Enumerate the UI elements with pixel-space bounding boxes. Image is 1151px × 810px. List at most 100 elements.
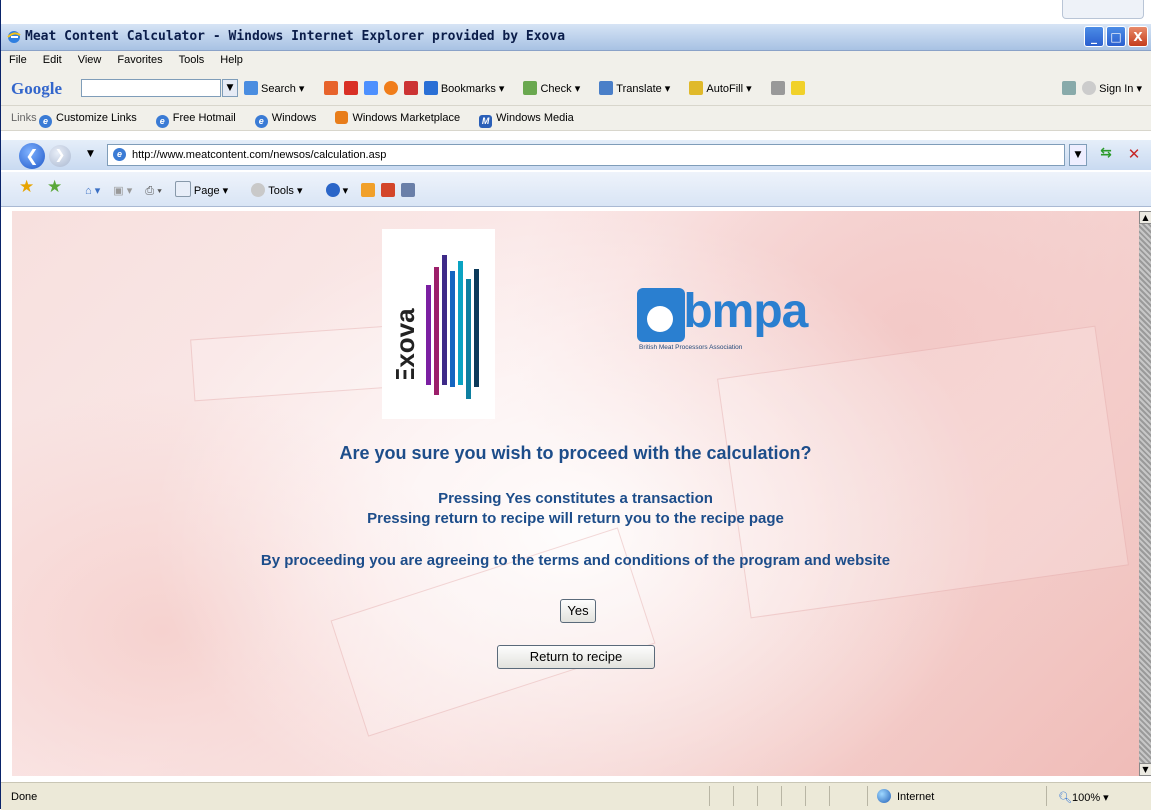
feeds-icon[interactable]: ▣ ▾ [113,185,132,197]
status-divider [709,786,710,806]
security-zone[interactable]: Internet [877,789,934,803]
status-text: Done [11,791,38,803]
extra-tool-icon[interactable] [401,183,416,197]
bmpa-subtitle: British Meat Processors Association [639,344,743,351]
bmpa-b-counter [647,306,673,332]
menu-favorites[interactable]: Favorites [109,51,170,66]
title-bar[interactable]: Meat Content Calculator - Windows Intern… [1,24,1151,51]
status-bar: Done Internet 🔍︎100% ▾ [1,782,1151,810]
favorites-star-icon[interactable]: ★ [19,177,34,197]
address-input[interactable]: e http://www.meatcontent.com/newsos/calc… [107,144,1065,166]
home-icon[interactable]: ⌂ ▾ [85,185,100,197]
exova-stripes [426,255,479,399]
translate-button[interactable]: Translate ▾ [599,81,678,95]
google-logo[interactable]: Google [11,79,62,99]
colorful-icon[interactable] [323,81,338,95]
link-free-hotmail[interactable]: e Free Hotmail [155,112,244,128]
status-divider [829,786,830,806]
ie-icon [7,31,21,43]
translate-icon [599,81,614,95]
link-windows-marketplace[interactable]: Windows Marketplace [335,111,468,124]
menu-file[interactable]: File [1,51,35,66]
stop-icon[interactable]: ✕ [1123,145,1145,165]
browser-window: Meat Content Calculator - Windows Intern… [0,0,1151,810]
maximize-button[interactable]: □ [1106,26,1126,47]
highlighter-icon[interactable] [790,81,805,95]
research-icon[interactable] [361,183,376,197]
check-button[interactable]: Check ▾ [523,81,588,95]
address-bar-row: ❮ ❯ ▼ e http://www.meatcontent.com/newso… [1,140,1151,170]
link-windows-media[interactable]: M Windows Media [479,112,582,128]
ie-page-icon: e [39,115,52,128]
ie-page-icon: e [113,148,126,161]
google-toolbar: Google ▼ Search ▾ Bookmarks ▾ Check ▾ Tr… [1,71,1151,106]
address-url: http://www.meatcontent.com/newsos/calcul… [132,149,387,161]
return-to-recipe-button[interactable]: Return to recipe [497,645,655,669]
star-icon [423,81,438,95]
link-windows[interactable]: e Windows [254,112,325,128]
print-icon[interactable]: ⎙ ▾ [145,185,161,197]
back-button[interactable]: ❮ [19,143,45,169]
sign-in-button[interactable]: Sign In ▾ [1082,81,1142,95]
status-divider [781,786,782,806]
refresh-icon[interactable]: ⇆ [1095,145,1117,165]
google-search-dropdown-icon[interactable]: ▼ [222,79,238,97]
background-window-edge [1062,0,1144,19]
messenger-icon[interactable] [381,183,396,197]
scroll-down-icon[interactable]: ▼ [1139,763,1151,776]
tools-menu-button[interactable]: Tools ▾ [251,183,312,197]
close-button[interactable]: X [1128,26,1148,47]
exova-logo: Exova [382,229,495,419]
scroll-up-icon[interactable]: ▲ [1139,211,1151,224]
menu-help[interactable]: Help [212,51,251,66]
menu-view[interactable]: View [70,51,110,66]
spiral-icon[interactable] [383,81,398,95]
links-bar: Links e Customize Links e Free Hotmail e Wi… [1,106,1151,131]
ie-page-icon: e [155,115,169,128]
bmpa-logo: bmpa British Meat Processors Association [637,285,808,366]
sign-in-icon [1082,81,1097,95]
page-menu-button[interactable]: Page ▾ [174,181,238,197]
page-icon [174,181,191,197]
google-search-input[interactable] [81,79,221,97]
page-content: Exova bmpa British Meat Processors Assoc… [12,211,1139,776]
google-search-button[interactable]: Search ▾ [244,81,312,95]
history-dropdown-icon[interactable]: ▼ [87,149,94,159]
address-dropdown-icon[interactable]: ▼ [1069,144,1087,166]
plus-icon[interactable] [363,81,378,95]
spellcheck-icon [523,81,538,95]
window-title: Meat Content Calculator - Windows Intern… [25,29,566,44]
bookmarks-button[interactable]: Bookmarks ▾ [423,81,513,95]
autofill-button[interactable]: AutoFill ▾ [689,81,759,95]
menu-bar: File Edit View Favorites Tools Help [1,51,1151,71]
menu-tools[interactable]: Tools [171,51,213,66]
windows-flag-icon [335,111,349,124]
menu-edit[interactable]: Edit [35,51,70,66]
bmpa-wordmark: bmpa [683,285,808,338]
vertical-scrollbar[interactable]: ▲ ▼ [1139,211,1151,776]
wand-icon[interactable] [770,81,785,95]
status-divider [805,786,806,806]
popup-blocker-icon[interactable] [403,81,418,95]
return-notice: Pressing return to recipe will return yo… [367,510,784,527]
status-divider [1046,786,1047,806]
command-bar: ★ ★ ⌂ ▾ ▣ ▾ ⎙ ▾ Page ▾ Tools ▾ ▾ [1,172,1151,207]
svg-text:Exova: Exova [390,308,420,379]
help-icon[interactable]: ▾ [325,183,348,197]
add-favorites-icon[interactable]: ★ [47,177,62,197]
forward-button[interactable]: ❯ [49,145,71,167]
zoom-icon: 🔍︎ [1058,792,1072,804]
transaction-notice: Pressing Yes constitutes a transaction [438,490,713,507]
gear-icon [251,183,266,197]
terms-notice: By proceeding you are agreeing to the te… [260,552,891,569]
wrench-icon[interactable] [1062,81,1077,95]
yes-button[interactable]: Yes [560,599,596,623]
confirmation-question: Are you sure you wish to proceed with th… [339,443,812,463]
zoom-level[interactable]: 🔍︎100% ▾ [1058,791,1109,804]
media-icon: M [479,115,493,128]
links-label: Links [11,112,37,124]
gmail-icon[interactable] [343,81,358,95]
status-divider [757,786,758,806]
link-customize-links[interactable]: e Customize Links [39,112,145,128]
minimize-button[interactable]: _ [1084,26,1104,47]
